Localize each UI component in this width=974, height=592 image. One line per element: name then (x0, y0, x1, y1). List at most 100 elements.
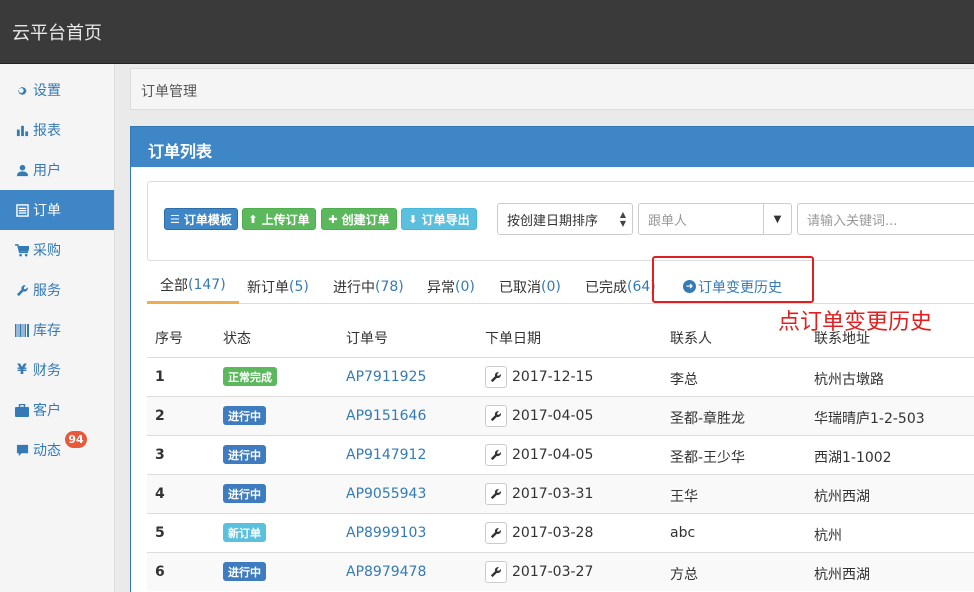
edit-date-button[interactable] (485, 561, 507, 583)
order-template-button[interactable]: ☰ 订单模板 (164, 208, 238, 230)
briefcase-icon (15, 403, 29, 417)
order-number-link[interactable]: AP8979478 (346, 564, 426, 580)
edit-date-button[interactable] (485, 444, 507, 466)
create-order-button[interactable]: ✚ 创建订单 (321, 208, 397, 230)
edit-date-button[interactable] (485, 522, 507, 544)
order-date: 2017-03-27 (512, 564, 594, 580)
edit-date-button[interactable] (485, 483, 507, 505)
sidebar-item-orders[interactable]: 订单 (0, 190, 114, 230)
row-number: 1 (155, 369, 165, 385)
sidebar-item-settings[interactable]: 设置 (0, 70, 114, 110)
sidebar: 设置 报表 用户 订单 采购 服务 库存 ¥ 财务 客户 动态 94 (0, 64, 115, 592)
contact-address: 西湖1-1002 (814, 450, 892, 466)
wrench-icon (490, 489, 501, 500)
upload-order-button[interactable]: ⬆ 上传订单 (242, 208, 316, 230)
contact-name: 李总 (670, 372, 698, 388)
edit-date-button[interactable] (485, 405, 507, 427)
sidebar-item-label: 设置 (33, 83, 61, 99)
row-number: 5 (155, 525, 165, 541)
download-icon: ⬇ (408, 212, 418, 226)
export-order-button[interactable]: ⬇ 订单导出 (401, 208, 477, 230)
sidebar-item-finance[interactable]: ¥ 财务 (0, 350, 114, 390)
contact-name: 王华 (670, 489, 698, 505)
order-number-link[interactable]: AP9151646 (346, 408, 426, 424)
order-number-link[interactable]: AP9055943 (346, 486, 426, 502)
tab-exception[interactable]: 异常 (0) (427, 269, 475, 304)
wrench-icon (490, 528, 501, 539)
follower-select[interactable]: 跟单人 ▼ (638, 203, 792, 235)
table-row: 5 新订单 AP8999103 2017-03-28 abc 杭州 (147, 513, 974, 552)
tab-cancelled[interactable]: 已取消 (0) (499, 269, 561, 304)
sidebar-item-activity[interactable]: 动态 94 (0, 430, 114, 470)
sidebar-item-label: 动态 (33, 443, 61, 459)
order-toolbar: ☰ 订单模板 ⬆ 上传订单 ✚ 创建订单 ⬇ 订单导出 按创建日期排序 ▲ ▼ 跟单人 ▼… (147, 181, 974, 261)
row-number: 2 (155, 408, 165, 424)
sidebar-item-purchase[interactable]: 采购 (0, 230, 114, 270)
wrench-icon (490, 567, 501, 578)
brand-title[interactable]: 云平台首页 (12, 19, 102, 45)
order-number-link[interactable]: AP8999103 (346, 525, 426, 541)
wrench-icon (490, 450, 501, 461)
gear-icon (15, 83, 29, 97)
order-number-link[interactable]: AP7911925 (346, 369, 426, 385)
sidebar-item-label: 用户 (33, 163, 61, 179)
sidebar-item-inventory[interactable]: 库存 (0, 310, 114, 350)
table-row: 2 进行中 AP9151646 2017-04-05 圣都-章胜龙 华瑞晴庐1-2-503 (147, 396, 974, 435)
notification-badge: 94 (65, 431, 87, 448)
sort-arrows-icon: ▲ ▼ (619, 210, 626, 228)
status-badge: 进行中 (223, 484, 266, 503)
status-badge: 正常完成 (223, 367, 277, 386)
wrench-icon (490, 411, 501, 422)
top-bar: 云平台首页 (0, 0, 974, 64)
keyword-search-input[interactable]: 请输入关键词... (797, 203, 974, 235)
table-row: 1 正常完成 AP7911925 2017-12-15 李总 杭州古墩路 (147, 357, 974, 396)
sort-select[interactable]: 按创建日期排序 ▲ ▼ (497, 203, 633, 235)
column-header: 联系地址 (814, 331, 870, 347)
list-icon: ☰ (170, 212, 180, 226)
cart-icon (15, 243, 29, 257)
upload-icon: ⬆ (248, 212, 258, 226)
row-number: 3 (155, 447, 165, 463)
sidebar-item-label: 财务 (33, 363, 61, 379)
sidebar-item-label: 采购 (33, 243, 61, 259)
sidebar-item-reports[interactable]: 报表 (0, 110, 114, 150)
panel-header: 订单列表 (131, 127, 974, 167)
column-header: 序号 (155, 331, 183, 347)
contact-address: 华瑞晴庐1-2-503 (814, 411, 925, 427)
breadcrumb: 订单管理 (130, 68, 974, 110)
contact-address: 杭州西湖 (814, 567, 870, 583)
contact-name: 方总 (670, 567, 698, 583)
sidebar-item-label: 报表 (33, 123, 61, 139)
panel-title: 订单列表 (148, 142, 213, 161)
caret-down-icon: ▼ (763, 204, 791, 234)
contact-name: 圣都-章胜龙 (670, 411, 746, 427)
comment-icon (15, 443, 29, 457)
column-header: 订单号 (346, 331, 388, 347)
contact-address: 杭州 (814, 528, 842, 544)
sidebar-item-label: 客户 (33, 403, 61, 419)
contact-name: abc (670, 525, 696, 541)
tab-completed[interactable]: 已完成 (64) (585, 269, 656, 304)
sidebar-item-service[interactable]: 服务 (0, 270, 114, 310)
tab-in-progress[interactable]: 进行中 (78) (333, 269, 404, 304)
status-badge: 新订单 (223, 523, 266, 542)
order-date: 2017-12-15 (512, 369, 594, 385)
sidebar-item-users[interactable]: 用户 (0, 150, 114, 190)
wrench-icon (490, 372, 501, 383)
order-number-link[interactable]: AP9147912 (346, 447, 426, 463)
order-date: 2017-04-05 (512, 447, 594, 463)
breadcrumb-item[interactable]: 订单管理 (141, 81, 197, 101)
status-badge: 进行中 (223, 445, 266, 464)
contact-name: 圣都-王少华 (670, 450, 746, 466)
sidebar-item-customers[interactable]: 客户 (0, 390, 114, 430)
sidebar-item-label: 库存 (33, 323, 61, 339)
edit-date-button[interactable] (485, 366, 507, 388)
tab-new[interactable]: 新订单 (5) (247, 269, 309, 304)
wrench-icon (15, 283, 29, 297)
sidebar-item-label: 订单 (33, 203, 61, 219)
order-date: 2017-03-31 (512, 486, 594, 502)
contact-address: 杭州古墩路 (814, 372, 884, 388)
order-date: 2017-03-28 (512, 525, 594, 541)
plus-icon: ✚ (328, 212, 338, 226)
tab-all[interactable]: 全部 (147) (147, 269, 239, 304)
